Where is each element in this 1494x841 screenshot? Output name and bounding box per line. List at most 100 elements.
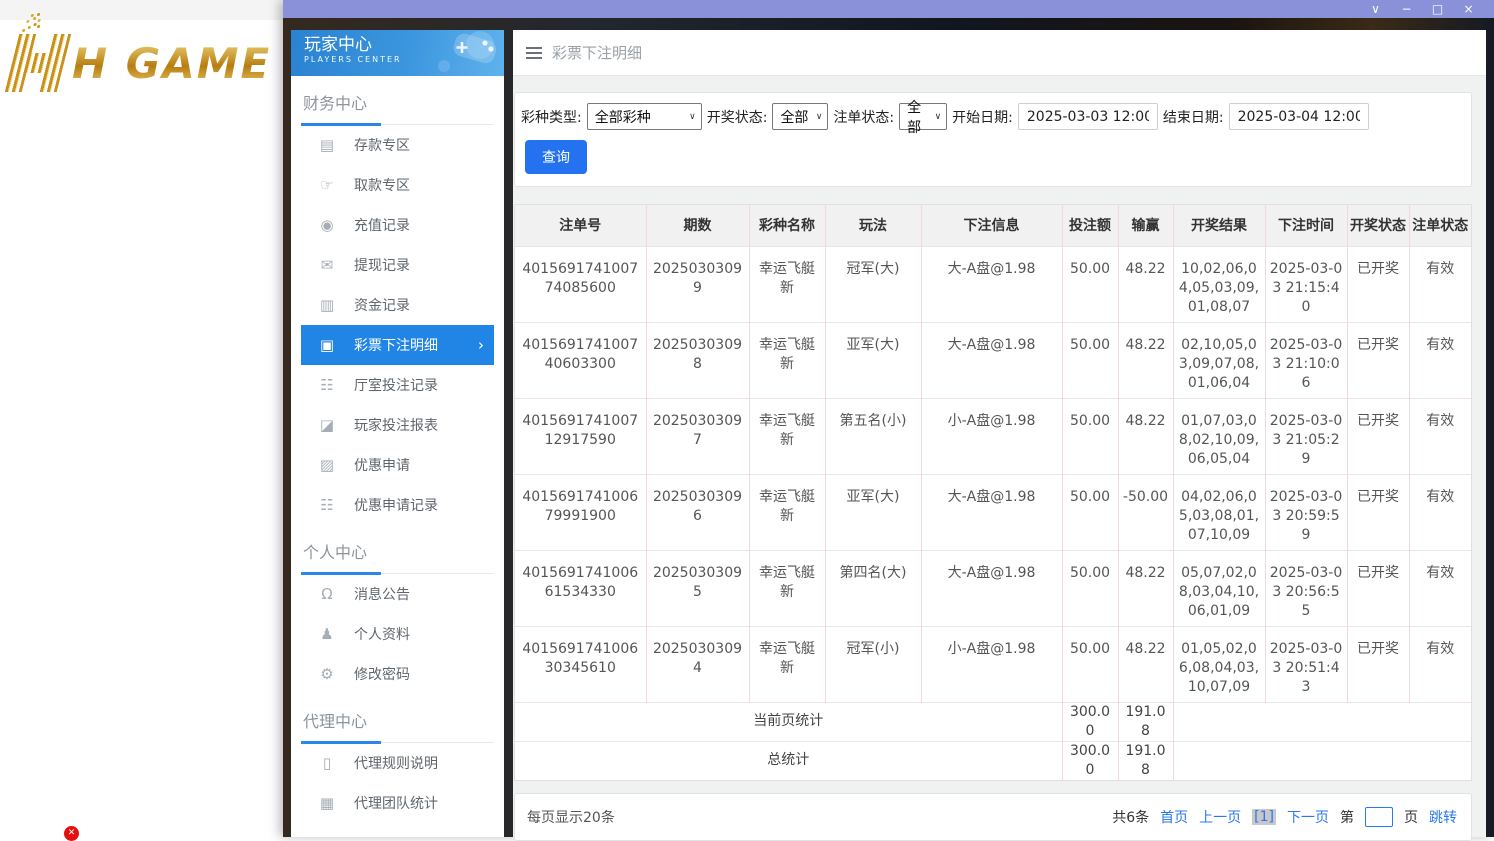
sidebar-item-deposit-zone[interactable]: ▤ 存款专区 xyxy=(301,125,494,165)
hamburger-menu-icon[interactable] xyxy=(526,46,542,59)
table-cell: 幸运飞艇新 xyxy=(748,549,825,626)
table-cell: 2025-03-03 20:59:59 xyxy=(1264,473,1347,550)
sidebar-header: 玩家中心 PLAYERS CENTER xyxy=(291,30,504,76)
sidebar-item-change-password[interactable]: ⚙ 修改密码 xyxy=(301,654,494,694)
table-cell: 大-A盘@1.98 xyxy=(920,549,1062,626)
next-page-link[interactable]: 下一页 xyxy=(1287,807,1329,827)
column-header: 下注时间 xyxy=(1264,205,1347,247)
jump-button[interactable]: 跳转 xyxy=(1429,807,1457,827)
column-header: 输赢 xyxy=(1117,205,1173,247)
table-cell: 幸运飞艇新 xyxy=(748,625,825,702)
table-cell: 401569174100679991900 xyxy=(515,473,646,550)
table-cell: 2025-03-03 20:56:55 xyxy=(1264,549,1347,626)
page-title: 彩票下注明细 xyxy=(552,44,643,62)
person-icon: ♟ xyxy=(320,625,334,643)
withdraw-hand-icon: ☞ xyxy=(320,176,334,194)
sidebar-item-label: 资金记录 xyxy=(354,298,410,314)
jump-page-input[interactable] xyxy=(1365,806,1393,827)
total-count-text: 共6条 xyxy=(1112,809,1150,826)
sidebar-item-agent-team-stats[interactable]: ▦ 代理团队统计 xyxy=(301,783,494,823)
column-header: 开奖状态 xyxy=(1346,205,1409,247)
table-cell: 50.00 xyxy=(1061,246,1118,322)
order-status-select[interactable]: 全部 ∨ xyxy=(899,100,948,136)
sidebar-item-label: 玩家投注报表 xyxy=(354,418,438,434)
table-cell: 04,02,06,05,03,08,01,07,10,09 xyxy=(1172,473,1265,550)
lottery-type-label: 彩种类型: xyxy=(521,109,582,126)
prev-page-link[interactable]: 上一页 xyxy=(1199,807,1241,827)
table-cell: 第四名(大) xyxy=(824,549,921,626)
sidebar-item-hall-bet-records[interactable]: ☷ 厅室投注记录 xyxy=(301,365,494,405)
table-cell: 48.22 xyxy=(1117,246,1173,322)
lottery-type-value: 全部彩种 xyxy=(594,109,651,126)
deposit-card-icon: ▤ xyxy=(319,136,335,154)
column-header: 投注额 xyxy=(1061,205,1118,247)
summary-label: 总统计 xyxy=(515,740,1062,780)
sidebar-item-promo-apply[interactable]: ▨ 优惠申请 xyxy=(301,445,494,485)
table-cell: 幸运飞艇新 xyxy=(748,397,825,474)
first-page-link[interactable]: 首页 xyxy=(1160,807,1188,827)
sidebar-item-label: 优惠申请记录 xyxy=(354,498,438,514)
summary-row: 当前页统计 300.00 191.08 xyxy=(515,701,1471,741)
menu-section-title: 个人中心 xyxy=(301,535,494,575)
sidebar-item-label: 优惠申请 xyxy=(354,458,410,474)
list-icon: ☷ xyxy=(320,376,334,394)
logo-bars-h-icon xyxy=(4,34,72,92)
window-minimize-icon[interactable]: − xyxy=(1391,0,1422,18)
menu-section-title: 财务中心 xyxy=(301,86,494,126)
order-status-value: 全部 xyxy=(907,99,922,136)
sidebar-item-promo-apply-records[interactable]: ☷ 优惠申请记录 xyxy=(301,485,494,525)
sidebar-item-withdrawal-records[interactable]: ✉ 提现记录 xyxy=(301,245,494,285)
table-row: 401569174100712917590 20250303097 幸运飞艇新 第五名… xyxy=(515,397,1471,474)
table-cell: 已开奖 xyxy=(1346,321,1409,398)
table-cell: 幸运飞艇新 xyxy=(748,246,825,322)
moneybag-icon: ◉ xyxy=(320,216,334,234)
table-cell: 幸运飞艇新 xyxy=(748,473,825,550)
left-panel: H GAME ✕ xyxy=(0,0,283,841)
sidebar-item-agent-rules[interactable]: ▯ 代理规则说明 xyxy=(301,743,494,783)
menu-section-title: 代理中心 xyxy=(301,704,494,744)
table-cell: 02,10,05,03,09,07,08,01,06,04 xyxy=(1172,321,1265,398)
window-chevron-down-icon[interactable]: ∨ xyxy=(1360,0,1391,18)
lottery-type-select[interactable]: 全部彩种 ∨ xyxy=(586,103,702,130)
table-cell: 小-A盘@1.98 xyxy=(920,625,1062,702)
table-cell: 48.22 xyxy=(1117,625,1173,702)
search-button[interactable]: 查询 xyxy=(525,140,587,174)
draw-status-select[interactable]: 全部 ∨ xyxy=(772,103,829,130)
ledger-icon: ▣ xyxy=(319,336,335,354)
gear-icon: ⚙ xyxy=(320,665,334,683)
window-titlebar: ∨ − □ × xyxy=(283,0,1494,18)
window-header-strip xyxy=(283,18,1494,30)
table-cell: 2025-03-03 20:51:43 xyxy=(1264,625,1347,702)
close-badge-icon[interactable]: ✕ xyxy=(64,826,79,841)
table-cell: 50.00 xyxy=(1061,397,1118,474)
chevron-down-icon: ∨ xyxy=(934,111,942,122)
sidebar-item-player-bet-report[interactable]: ◪ 玩家投注报表 xyxy=(301,405,494,445)
bell-icon: Ω xyxy=(321,585,333,603)
sidebar-item-profile[interactable]: ♟ 个人资料 xyxy=(301,614,494,654)
draw-status-value: 全部 xyxy=(780,109,809,126)
table-cell: -50.00 xyxy=(1117,473,1173,550)
table-cell: 已开奖 xyxy=(1346,549,1409,626)
window-close-icon[interactable]: × xyxy=(1453,0,1484,18)
table-cell: 20250303096 xyxy=(645,473,749,550)
summary-label: 当前页统计 xyxy=(515,701,1062,741)
table-cell: 10,02,06,04,05,03,09,01,08,07 xyxy=(1172,246,1265,322)
start-date-input[interactable] xyxy=(1017,103,1158,130)
sidebar-item-lottery-bet-details[interactable]: ▣ 彩票下注明细 › xyxy=(301,325,494,365)
document-icon: ▯ xyxy=(322,754,332,772)
game-controller-icon xyxy=(438,31,497,72)
window-maximize-icon[interactable]: □ xyxy=(1422,0,1453,18)
table-cell: 401569174100740603300 xyxy=(515,321,646,398)
sidebar-item-label: 代理团队统计 xyxy=(354,796,438,812)
table-cell: 有效 xyxy=(1408,549,1471,626)
sidebar-item-messages[interactable]: Ω 消息公告 xyxy=(301,574,494,614)
table-cell: 05,07,02,08,03,04,10,06,01,09 xyxy=(1172,549,1265,626)
sidebar-item-funds-records[interactable]: ▥ 资金记录 xyxy=(301,285,494,325)
end-date-input[interactable] xyxy=(1228,103,1369,130)
sidebar-item-withdraw-zone[interactable]: ☞ 取款专区 xyxy=(301,165,494,205)
column-header: 期数 xyxy=(645,205,749,247)
sidebar-item-recharge-records[interactable]: ◉ 充值记录 xyxy=(301,205,494,245)
sidebar-item-label: 取款专区 xyxy=(354,178,410,194)
current-page[interactable]: [1] xyxy=(1252,808,1276,825)
table-cell: 有效 xyxy=(1408,625,1471,702)
